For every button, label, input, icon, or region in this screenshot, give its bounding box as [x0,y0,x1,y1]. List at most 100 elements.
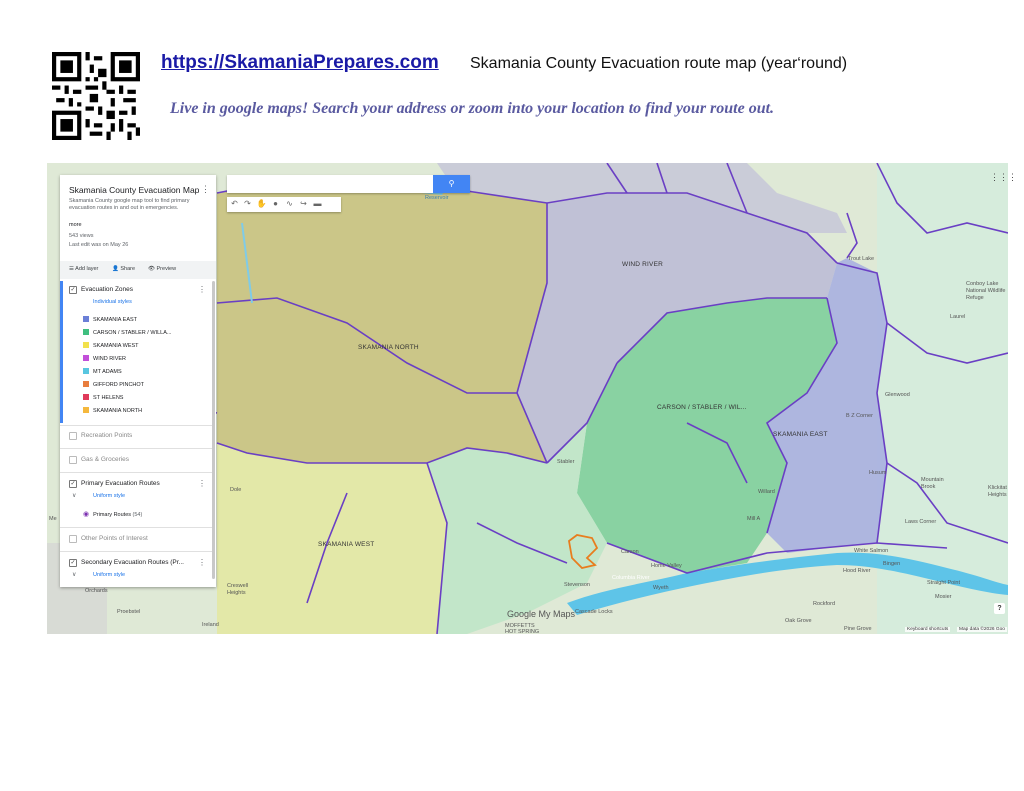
place-label: Bingen [883,561,901,567]
more-options-icon[interactable]: ⋮ [201,184,210,195]
selected-layer-indicator [60,281,63,423]
route-group-item[interactable]: ◉ Primary Routes (54) [83,510,142,518]
layer-name: Evacuation Zones [81,286,134,293]
place-label: Mill A [747,516,761,522]
place-label: Dole [230,487,242,493]
place-label: Klickitat Heights [988,485,1007,498]
layer-checkbox[interactable] [69,456,77,464]
map-description: Skamania County google map tool to find … [69,198,190,211]
search-input[interactable] [227,175,431,193]
place-label: Orchards [85,588,108,594]
search-button[interactable]: ⚲ [433,175,470,193]
layer-checkbox[interactable] [69,432,77,440]
place-label: Mosier [935,594,952,600]
place-label: Carson [621,549,639,555]
panel-actions: ☰ Add layer 👤 Share 👁 Preview [60,261,216,279]
zone-item[interactable]: CARSON / STABLER / WILLA... [83,329,171,336]
apps-grid-icon[interactable]: ⋮⋮⋮ [990,172,1017,183]
layer-options-icon[interactable]: ⋮ [198,285,206,294]
qr-code [52,52,140,140]
zone-skamania-north [217,181,547,463]
panel-scrollbar[interactable] [212,281,215,579]
place-label: Rockford [813,601,836,607]
pin-icon: ◉ [83,511,90,518]
place-label: Wyeth [653,585,669,591]
more-link[interactable]: more [69,222,82,228]
redo-icon[interactable]: ↷ [241,199,254,208]
ruler-icon[interactable]: ▬ [311,199,324,208]
zone-item[interactable]: WIND RIVER [83,355,126,362]
chevron-down-icon[interactable]: ∨ [72,492,76,499]
layer-checkbox[interactable]: ✓ [69,559,77,567]
help-button[interactable]: ? [994,603,1005,614]
marker-icon[interactable]: ● [269,199,282,208]
place-label: MOFFETTS HOT SPRING [505,623,540,634]
place-label: Hood River [843,568,871,574]
map-toolbar: ↶ ↷ ✋ ● ∿ ↪ ▬ [227,197,341,212]
page-title: Skamania County Evacuation route map (ye… [470,55,848,72]
divider [60,472,212,473]
map-data-attribution: Map data ©2026 Goo [957,627,1007,632]
place-label: B Z Corner [846,413,873,419]
add-layer-button[interactable]: ☰ Add layer [69,266,98,272]
zone-item[interactable]: GIFFORD PINCHOT [83,381,144,388]
map-title: Skamania County Evacuation Map [69,185,200,195]
layer-style-link[interactable]: Uniform style [93,572,125,578]
draw-line-icon[interactable]: ∿ [283,199,296,208]
place-label: Cascade Locks [575,609,613,615]
place-label: Me [49,516,57,522]
divider [60,527,212,528]
zone-item[interactable]: SKAMANIA EAST [83,316,137,323]
place-label: Pine Grove [844,626,872,632]
keyboard-shortcuts-link[interactable]: Keyboard shortcuts [905,627,951,632]
google-my-maps-logo: Google My Maps [507,609,576,619]
zone-item[interactable]: ST HELENS [83,394,123,401]
undo-icon[interactable]: ↶ [228,199,241,208]
zone-item[interactable]: MT ADAMS [83,368,122,375]
chevron-down-icon[interactable]: ∨ [72,571,76,578]
label-skamania-west: SKAMANIA WEST [318,541,375,548]
place-label: Laws Corner [905,519,937,525]
place-label: Oak Grove [785,618,812,624]
place-label: Trout Lake [848,256,875,262]
last-edit: Last edit was on May 26 [69,242,129,248]
place-label: Laurel [950,314,966,320]
layer-options-icon[interactable]: ⋮ [198,558,206,567]
layer-name: Recreation Points [81,432,133,439]
place-label: Reservoir [425,195,449,201]
zone-item[interactable]: SKAMANIA WEST [83,342,139,349]
directions-icon[interactable]: ↪ [297,199,310,208]
layer-checkbox[interactable] [69,535,77,543]
layers-panel: Skamania County Evacuation Map ⋮ Skamani… [60,175,216,587]
divider [60,551,212,552]
layer-name: Secondary Evacuation Routes (Pr... [81,559,184,566]
layer-name: Primary Evacuation Routes [81,480,160,487]
hand-icon[interactable]: ✋ [255,199,268,208]
label-carson: CARSON / STABLER / WIL... [657,404,747,411]
view-count: 543 views [69,233,94,239]
place-label: Creswell Heights [227,583,249,596]
layer-checkbox[interactable]: ✓ [69,286,77,294]
zone-item[interactable]: SKAMANIA NORTH [83,407,142,414]
layer-style-link[interactable]: Individual styles [93,299,132,305]
place-label: Conboy Lake National Wildlife Refuge [966,281,1006,301]
place-label: Stevenson [564,582,590,588]
share-button[interactable]: 👤 Share [112,266,135,272]
layer-style-link[interactable]: Uniform style [93,493,125,499]
preview-button[interactable]: 👁 Preview [148,266,176,272]
layer-name: Gas & Groceries [81,456,130,463]
river-label: Columbia River [612,575,650,581]
place-label: Straight Point [927,580,961,586]
label-wind-river: WIND RIVER [622,261,663,268]
divider [60,425,212,426]
place-label: Husum [869,470,887,476]
label-skamania-east: SKAMANIA EAST [773,431,828,438]
zone-skamania-west [217,443,447,634]
layer-checkbox[interactable]: ✓ [69,480,77,488]
place-label: Stabler [557,459,575,465]
layer-name: Other Points of Interest [81,535,148,542]
label-skamania-north: SKAMANIA NORTH [358,344,419,351]
place-label: Mountain Brook [921,477,944,490]
layer-options-icon[interactable]: ⋮ [198,479,206,488]
website-link[interactable]: https://SkamaniaPrepares.com [161,52,439,74]
